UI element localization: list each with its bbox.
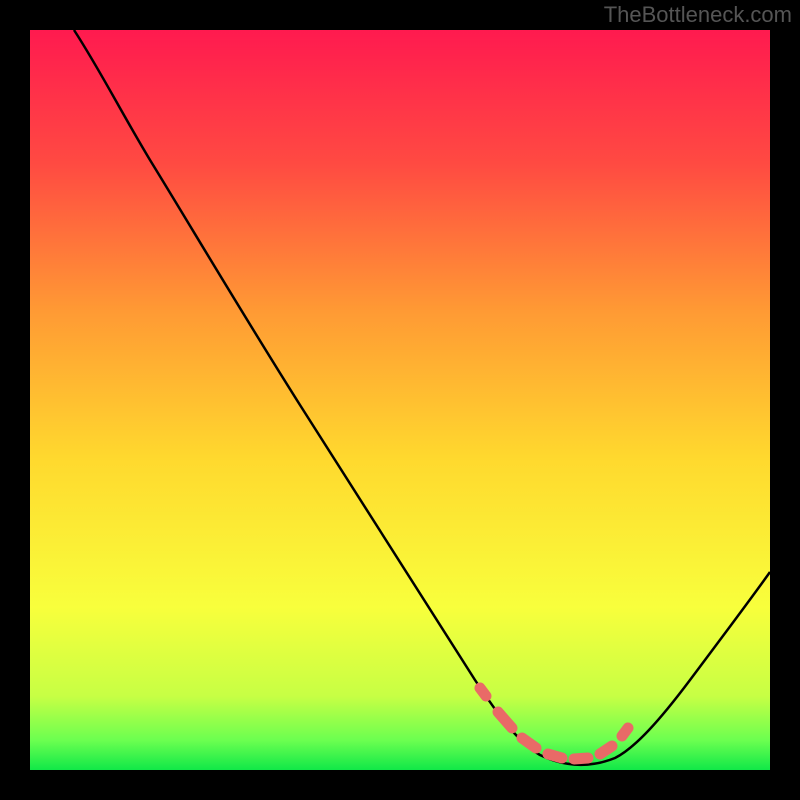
bottleneck-chart <box>0 0 800 800</box>
plot-area <box>30 30 770 770</box>
chart-container: TheBottleneck.com <box>0 0 800 800</box>
watermark-text: TheBottleneck.com <box>604 2 792 28</box>
